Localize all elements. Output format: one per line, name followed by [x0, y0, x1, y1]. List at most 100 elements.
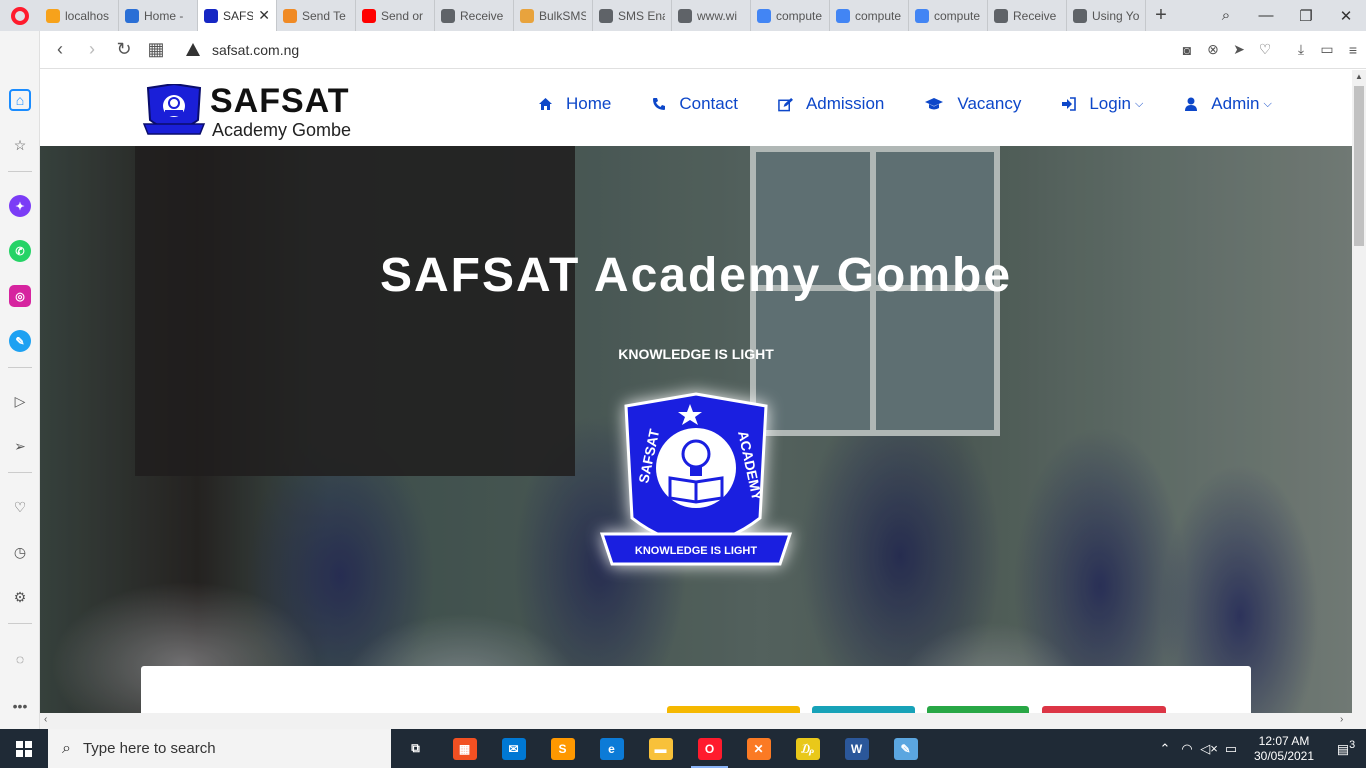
browser-tab[interactable]: compute — [830, 0, 909, 31]
brand-logo[interactable]: SAFSAT Academy Gombe — [142, 82, 358, 142]
snapshot-icon[interactable]: ◙ — [1174, 42, 1200, 58]
vertical-scrollbar[interactable]: ▲ — [1352, 70, 1366, 713]
nav-admin-label: Admin — [1211, 94, 1260, 113]
battery-saver-icon[interactable]: ▭ — [1314, 41, 1340, 58]
user-icon — [1183, 97, 1198, 112]
nav-login-dropdown[interactable]: Login ⌵ — [1061, 94, 1143, 114]
browser-tab[interactable]: Home - — [119, 0, 198, 31]
browser-tab[interactable]: SMS Ena — [593, 0, 672, 31]
player-icon[interactable]: ▷ — [9, 390, 31, 412]
taskbar-app-sublime-text[interactable]: S — [538, 729, 587, 768]
nav-vacancy[interactable]: Vacancy — [924, 94, 1021, 114]
minimize-button[interactable]: — — [1246, 7, 1286, 24]
send-flow-icon[interactable]: ➢ — [9, 435, 31, 457]
taskbar-app-app-yellow[interactable]: ₯ — [783, 729, 832, 768]
browser-tab[interactable]: Using Yo — [1067, 0, 1146, 31]
browser-tab[interactable]: Receive — [435, 0, 514, 31]
youtube-icon — [362, 8, 376, 23]
scroll-left-icon[interactable]: ‹ — [44, 714, 47, 725]
horizontal-scrollbar[interactable]: ‹ › — [40, 713, 1366, 729]
nav-admission[interactable]: Admission — [778, 94, 884, 114]
reload-button[interactable]: ↻ — [108, 39, 140, 60]
scroll-up-icon[interactable]: ▲ — [1352, 70, 1366, 84]
adblock-icon[interactable]: ⊗ — [1200, 41, 1226, 58]
taskbar-app-task-view[interactable]: ⧉ — [391, 729, 440, 768]
windows-taskbar: ⌕ Type here to search ⧉ ▦ ✉ Se ▬ O ✕ ₯ W ✎ ⌃ ◠ ◁×… — [0, 729, 1366, 768]
speed-dial-home-icon[interactable]: ⌂ — [9, 89, 31, 111]
volume-mute-icon[interactable]: ◁× — [1198, 741, 1220, 757]
settings-gear-icon[interactable]: ⚙ — [9, 586, 31, 608]
taskbar-app-paint[interactable]: ✎ — [881, 729, 930, 768]
new-tab-button[interactable]: + — [1146, 4, 1176, 27]
taskbar-search[interactable]: ⌕ Type here to search — [48, 729, 391, 768]
history-icon[interactable]: ◷ — [9, 541, 31, 563]
search-icon: ⌕ — [62, 739, 71, 757]
browser-tab[interactable]: Receive — [988, 0, 1067, 31]
card-button-green[interactable] — [927, 706, 1029, 713]
search-tabs-icon[interactable]: ⌕ — [1206, 7, 1246, 24]
browser-tab-label: compute — [776, 8, 823, 23]
bookmark-heart-icon[interactable]: ♡ — [1252, 41, 1278, 58]
opera-menu-icon[interactable] — [0, 0, 40, 31]
card-button-yellow[interactable] — [667, 706, 800, 713]
downloads-icon[interactable]: ⤓ — [1288, 41, 1314, 58]
close-tab-icon[interactable]: ✕ — [258, 7, 270, 24]
wifi-icon[interactable]: ◠ — [1176, 741, 1198, 757]
restore-button[interactable]: ❐ — [1286, 7, 1326, 25]
battery-icon[interactable]: ▭ — [1220, 741, 1242, 757]
sidebar-more-icon[interactable]: ••• — [9, 695, 31, 717]
site-header: SAFSAT Academy Gombe Home Contact Admiss… — [40, 70, 1352, 146]
taskbar-app-word[interactable]: W — [832, 729, 881, 768]
browser-tab-label: Send Te — [302, 8, 346, 23]
start-button[interactable] — [0, 729, 48, 768]
word-icon: W — [844, 737, 869, 760]
notification-icon: ▤ — [1336, 741, 1350, 757]
taskbar-app-opera[interactable]: O — [685, 729, 734, 768]
nav-admin-dropdown[interactable]: Admin ⌵ — [1183, 94, 1272, 114]
card-button-teal[interactable] — [812, 706, 915, 713]
browser-tab[interactable]: Send Te — [277, 0, 356, 31]
notification-center-button[interactable]: ▤3 — [1326, 739, 1366, 757]
speed-dial-icon[interactable]: ▦ — [140, 39, 172, 60]
card-button-red[interactable] — [1042, 706, 1166, 713]
taskbar-app-microsoft-store[interactable]: ▦ — [440, 729, 489, 768]
show-hidden-icons-icon[interactable]: ⌃ — [1154, 741, 1176, 757]
nav-home[interactable]: Home — [538, 94, 611, 114]
safsat-icon — [204, 8, 218, 23]
taskbar-app-xampp[interactable]: ✕ — [734, 729, 783, 768]
send-icon[interactable]: ➤ — [1226, 41, 1252, 58]
browser-tab[interactable]: Send or — [356, 0, 435, 31]
nav-contact[interactable]: Contact — [651, 94, 738, 114]
messenger-icon[interactable]: ✦ — [9, 195, 31, 217]
browser-tab[interactable]: compute — [909, 0, 988, 31]
taskbar-clock[interactable]: 12:07 AM 30/05/2021 — [1248, 734, 1320, 764]
url-field[interactable]: safsat.com.ng — [212, 42, 299, 58]
hero-motto: KNOWLEDGE IS LIGHT — [618, 346, 774, 362]
browser-tab[interactable]: BulkSMS — [514, 0, 593, 31]
taskbar-app-file-explorer[interactable]: ▬ — [636, 729, 685, 768]
pinboard-heart-icon[interactable]: ♡ — [9, 496, 31, 518]
tips-bulb-icon[interactable]: ◌ — [9, 648, 31, 670]
forward-button[interactable]: › — [76, 39, 108, 60]
taskbar-app-edge[interactable]: e — [587, 729, 636, 768]
close-window-button[interactable]: ✕ — [1326, 7, 1366, 25]
phone-icon — [651, 97, 666, 112]
sublime-text-icon: S — [550, 737, 575, 760]
bookmarks-icon[interactable]: ☆ — [9, 134, 31, 156]
easy-setup-icon[interactable]: ≡ — [1340, 42, 1366, 58]
browser-tab[interactable]: localhos — [40, 0, 119, 31]
twitter-icon[interactable]: ✎ — [9, 330, 31, 352]
browser-tab[interactable]: compute — [751, 0, 830, 31]
not-secure-warning-icon[interactable] — [186, 43, 200, 56]
scroll-thumb[interactable] — [1354, 86, 1364, 246]
browser-tab[interactable]: www.wi — [672, 0, 751, 31]
whatsapp-icon[interactable]: ✆ — [9, 240, 31, 262]
instagram-icon[interactable]: ◎ — [9, 285, 31, 307]
back-button[interactable]: ‹ — [44, 39, 76, 60]
scroll-right-icon[interactable]: › — [1340, 714, 1343, 725]
browser-tab[interactable]: SAFS ✕ — [198, 0, 277, 31]
browser-tab-label: www.wi — [697, 8, 738, 23]
clock-time: 12:07 AM — [1258, 733, 1310, 748]
app-yellow-icon: ₯ — [795, 737, 820, 760]
taskbar-app-mail[interactable]: ✉ — [489, 729, 538, 768]
